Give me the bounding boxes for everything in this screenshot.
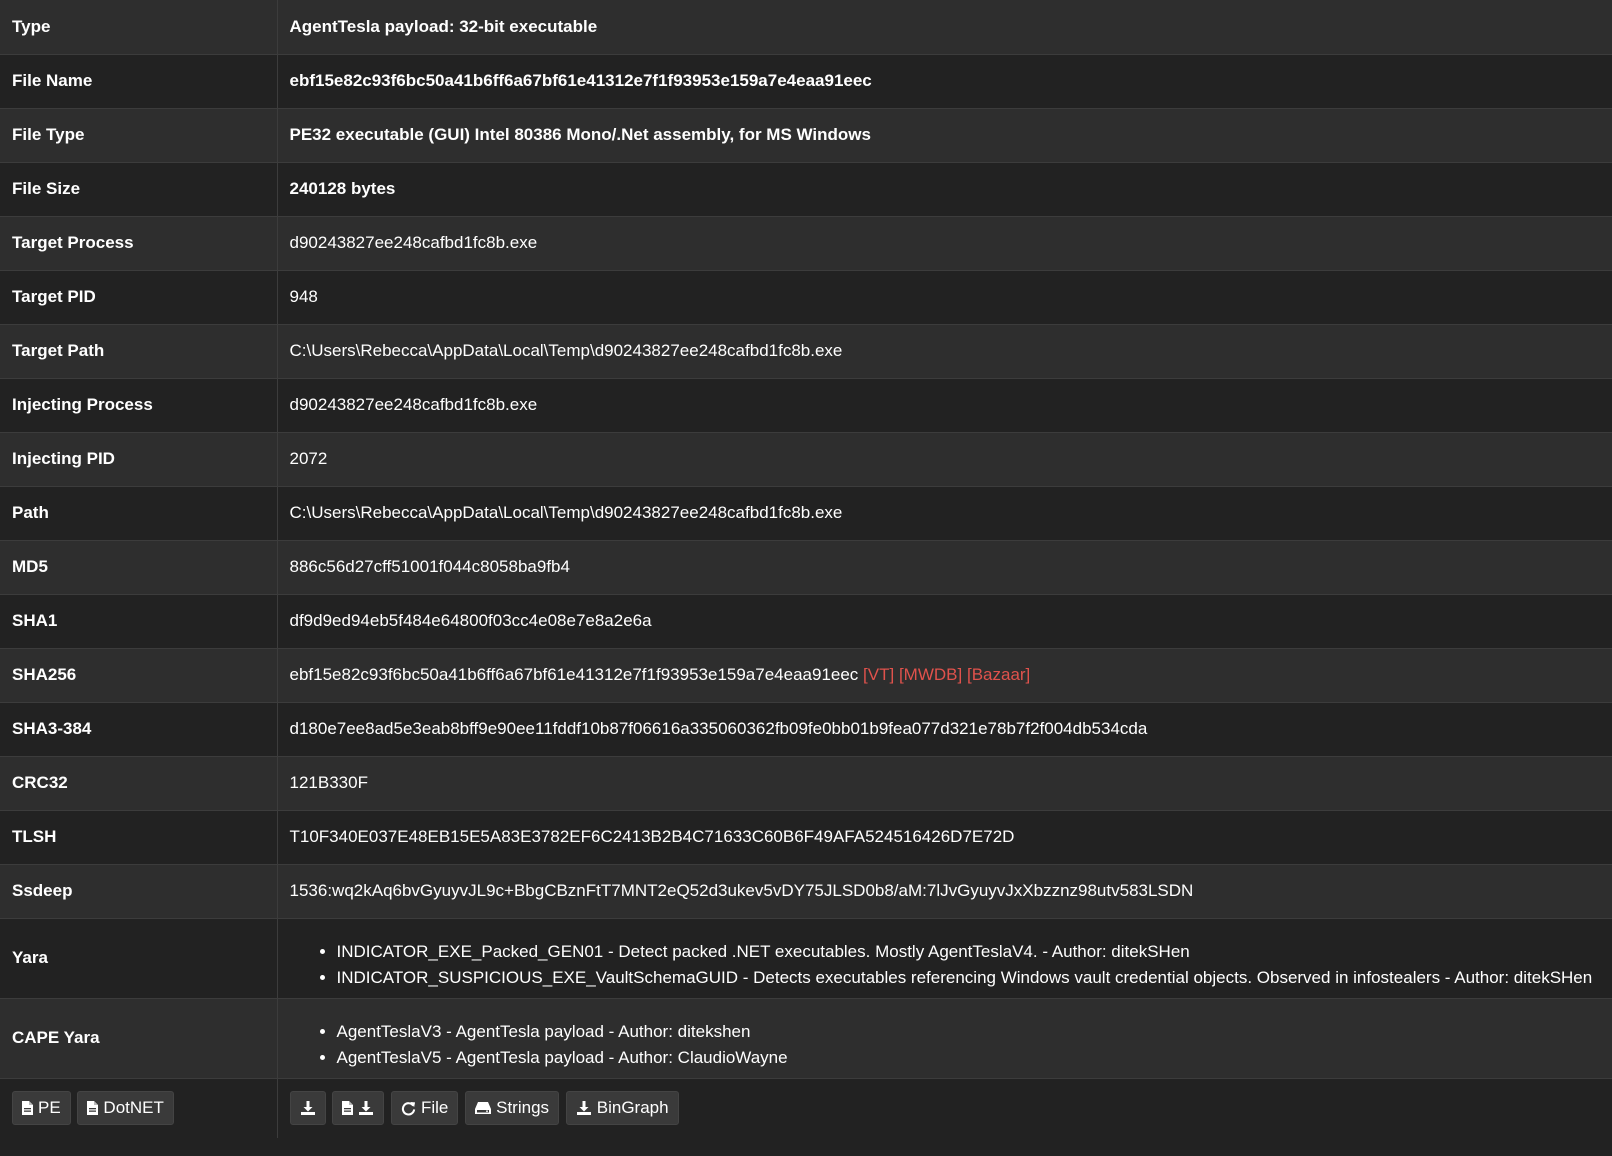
download-icon <box>300 1100 316 1116</box>
row-target-path: Target Path C:\Users\Rebecca\AppData\Loc… <box>0 323 1612 378</box>
row-value: C:\Users\Rebecca\AppData\Local\Temp\d902… <box>277 323 1612 378</box>
yara-cell: INDICATOR_EXE_Packed_GEN01 - Detect pack… <box>277 917 1612 998</box>
dotnet-button[interactable]: DotNET <box>77 1091 174 1126</box>
bingraph-button-label: BinGraph <box>596 1098 669 1118</box>
row-label: Ssdeep <box>0 863 278 918</box>
download-button[interactable] <box>289 1091 326 1126</box>
row-label: File Type <box>0 107 278 162</box>
row-label: SHA3-384 <box>0 701 278 756</box>
row-md5: MD5 886c56d27cff51001f044c8058ba9fb4 <box>0 539 1612 594</box>
row-label: Target Process <box>0 215 278 270</box>
bingraph-button[interactable]: BinGraph <box>565 1091 679 1126</box>
row-path: Path C:\Users\Rebecca\AppData\Local\Temp… <box>0 485 1612 540</box>
row-value: 121B330F <box>277 755 1612 810</box>
row-label: File Size <box>0 161 278 216</box>
cape-yara-item: AgentTeslaV3 - AgentTesla payload - Auth… <box>337 1019 1601 1045</box>
pe-button[interactable]: PE <box>12 1091 71 1126</box>
row-file-name: File Name ebf15e82c93f6bc50a41b6ff6a67bf… <box>0 53 1612 108</box>
row-label: Target PID <box>0 269 278 324</box>
sha256-value: ebf15e82c93f6bc50a41b6ff6a67bf61e41312e7… <box>289 665 859 684</box>
row-value-sha256: ebf15e82c93f6bc50a41b6ff6a67bf61e41312e7… <box>277 647 1612 702</box>
row-file-type: File Type PE32 executable (GUI) Intel 80… <box>0 107 1612 162</box>
left-button-cell: PE DotNET <box>0 1077 278 1138</box>
download-icon <box>358 1100 374 1116</box>
row-target-pid: Target PID 948 <box>0 269 1612 324</box>
refresh-icon <box>401 1101 416 1116</box>
row-type: Type AgentTesla payload: 32-bit executab… <box>0 0 1612 54</box>
file-icon <box>22 1101 33 1116</box>
row-value: C:\Users\Rebecca\AppData\Local\Temp\d902… <box>277 485 1612 540</box>
row-label: Injecting PID <box>0 431 278 486</box>
row-label: CRC32 <box>0 755 278 810</box>
yara-list: INDICATOR_EXE_Packed_GEN01 - Detect pack… <box>290 939 1601 991</box>
file-download-button[interactable] <box>332 1091 385 1126</box>
row-label: CAPE Yara <box>0 997 278 1078</box>
cape-yara-cell: AgentTeslaV3 - AgentTesla payload - Auth… <box>277 997 1612 1078</box>
row-tlsh: TLSH T10F340E037E48EB15E5A83E3782EF6C241… <box>0 809 1612 864</box>
row-label: Injecting Process <box>0 377 278 432</box>
row-value: PE32 executable (GUI) Intel 80386 Mono/.… <box>277 107 1612 162</box>
mwdb-link[interactable]: [MWDB] <box>899 665 962 684</box>
file-refresh-button[interactable]: File <box>390 1091 459 1126</box>
row-crc32: CRC32 121B330F <box>0 755 1612 810</box>
row-label: SHA1 <box>0 593 278 648</box>
yara-item: INDICATOR_SUSPICIOUS_EXE_VaultSchemaGUID… <box>337 965 1601 991</box>
row-value: 948 <box>277 269 1612 324</box>
row-ssdeep: Ssdeep 1536:wq2kAq6bvGyuyvJL9c+BbgCBznFt… <box>0 863 1612 918</box>
row-sha256: SHA256 ebf15e82c93f6bc50a41b6ff6a67bf61e… <box>0 647 1612 702</box>
dotnet-button-label: DotNET <box>103 1098 164 1118</box>
row-target-process: Target Process d90243827ee248cafbd1fc8b.… <box>0 215 1612 270</box>
row-label: Yara <box>0 917 278 998</box>
row-value: d180e7ee8ad5e3eab8bff9e90ee11fddf10b87f0… <box>277 701 1612 756</box>
cape-yara-item: AgentTeslaV5 - AgentTesla payload - Auth… <box>337 1045 1601 1071</box>
row-value: ebf15e82c93f6bc50a41b6ff6a67bf61e41312e7… <box>277 53 1612 108</box>
pe-button-label: PE <box>38 1098 61 1118</box>
row-value: df9d9ed94eb5f484e64800f03cc4e08e7e8a2e6a <box>277 593 1612 648</box>
row-sha1: SHA1 df9d9ed94eb5f484e64800f03cc4e08e7e8… <box>0 593 1612 648</box>
strings-button-label: Strings <box>496 1098 550 1118</box>
row-injecting-pid: Injecting PID 2072 <box>0 431 1612 486</box>
file-icon <box>87 1101 99 1116</box>
row-injecting-process: Injecting Process d90243827ee248cafbd1fc… <box>0 377 1612 432</box>
file-icon <box>342 1101 354 1116</box>
yara-item: INDICATOR_EXE_Packed_GEN01 - Detect pack… <box>337 939 1601 965</box>
row-label: TLSH <box>0 809 278 864</box>
row-value: 1536:wq2kAq6bvGyuyvJL9c+BbgCBznFtT7MNT2e… <box>277 863 1612 918</box>
row-value: AgentTesla payload: 32-bit executable <box>277 0 1612 54</box>
row-value: T10F340E037E48EB15E5A83E3782EF6C2413B2B4… <box>277 809 1612 864</box>
file-info-table: Type AgentTesla payload: 32-bit executab… <box>0 0 1612 1138</box>
row-label: MD5 <box>0 539 278 594</box>
file-button-label: File <box>420 1098 449 1118</box>
row-value: d90243827ee248cafbd1fc8b.exe <box>277 377 1612 432</box>
bazaar-link[interactable]: [Bazaar] <box>967 665 1030 684</box>
row-yara: Yara INDICATOR_EXE_Packed_GEN01 - Detect… <box>0 917 1612 998</box>
row-file-size: File Size 240128 bytes <box>0 161 1612 216</box>
row-value: 240128 bytes <box>277 161 1612 216</box>
row-label: Target Path <box>0 323 278 378</box>
row-label: SHA256 <box>0 647 278 702</box>
row-cape-yara: CAPE Yara AgentTeslaV3 - AgentTesla payl… <box>0 997 1612 1078</box>
row-label: File Name <box>0 53 278 108</box>
hdd-icon <box>475 1101 492 1115</box>
row-label: Type <box>0 0 278 54</box>
button-row: PE DotNET File Strings BinGraph <box>0 1077 1612 1138</box>
strings-button[interactable]: Strings <box>465 1091 560 1126</box>
row-sha3-384: SHA3-384 d180e7ee8ad5e3eab8bff9e90ee11fd… <box>0 701 1612 756</box>
row-value: 2072 <box>277 431 1612 486</box>
row-value: d90243827ee248cafbd1fc8b.exe <box>277 215 1612 270</box>
right-button-cell: File Strings BinGraph <box>277 1077 1612 1138</box>
vt-link[interactable]: [VT] <box>863 665 894 684</box>
download-icon <box>576 1100 592 1116</box>
cape-yara-list: AgentTeslaV3 - AgentTesla payload - Auth… <box>290 1019 1601 1071</box>
row-label: Path <box>0 485 278 540</box>
row-value: 886c56d27cff51001f044c8058ba9fb4 <box>277 539 1612 594</box>
